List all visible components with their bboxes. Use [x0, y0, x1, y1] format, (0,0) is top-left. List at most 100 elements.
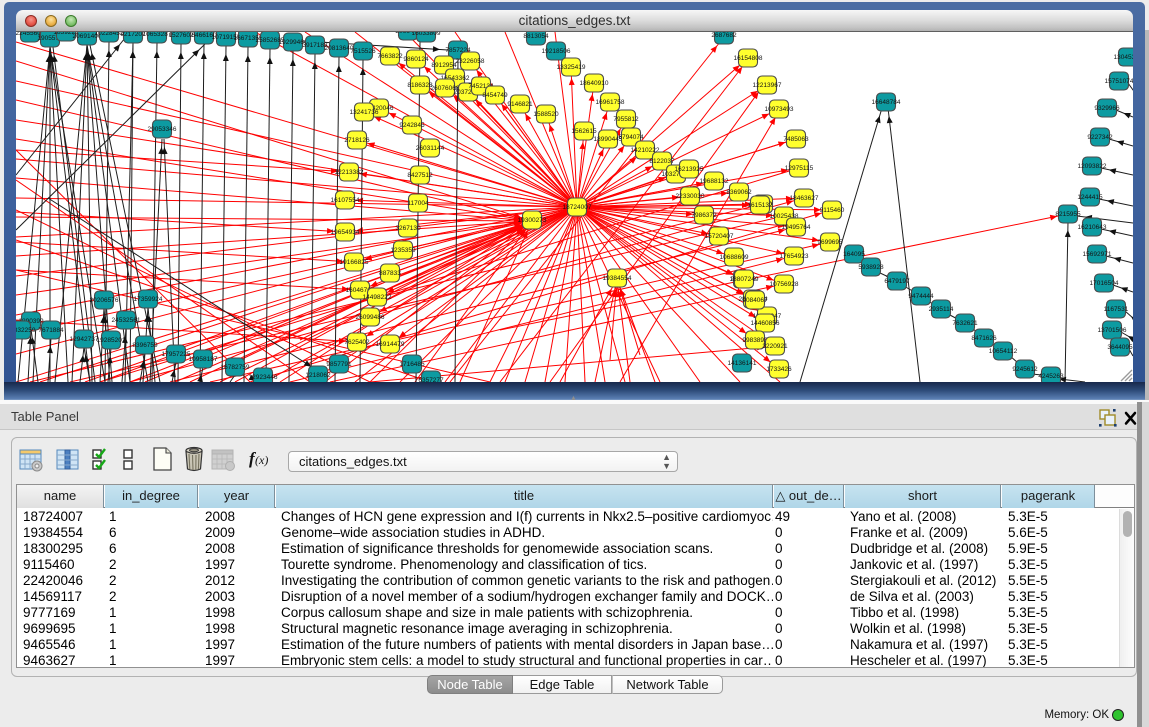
- svg-text:6794074: 6794074: [618, 134, 644, 141]
- svg-text:10688609: 10688609: [720, 254, 749, 261]
- svg-text:17016504: 17016504: [1090, 280, 1119, 287]
- svg-text:24532561: 24532561: [112, 317, 141, 324]
- svg-text:1167531: 1167531: [1104, 306, 1129, 313]
- svg-text:29053346: 29053346: [148, 126, 177, 133]
- svg-text:17957225: 17957225: [162, 351, 191, 358]
- svg-text:17359924: 17359924: [134, 296, 163, 303]
- svg-text:26099486: 26099486: [356, 314, 385, 321]
- svg-text:18807249: 18807249: [730, 276, 759, 283]
- svg-text:8454749: 8454749: [482, 92, 508, 99]
- svg-text:1716485: 1716485: [399, 361, 425, 368]
- svg-text:7485063: 7485063: [783, 136, 809, 143]
- svg-text:19832259: 19832259: [16, 327, 36, 334]
- svg-text:12213967: 12213967: [753, 82, 782, 89]
- svg-text:12093822: 12093822: [1078, 163, 1107, 170]
- svg-text:16213925: 16213925: [675, 166, 704, 173]
- svg-text:3220921: 3220921: [762, 343, 788, 350]
- svg-text:1527602: 1527602: [168, 32, 194, 39]
- svg-text:18640910: 18640910: [580, 80, 609, 87]
- svg-text:12975115: 12975115: [785, 165, 814, 172]
- svg-text:16033809: 16033809: [412, 32, 441, 37]
- svg-text:7625402: 7625402: [344, 339, 370, 346]
- svg-text:3644095: 3644095: [1107, 344, 1133, 351]
- svg-text:6479197: 6479197: [884, 278, 910, 285]
- svg-text:1562615: 1562615: [571, 128, 597, 135]
- svg-text:887833: 887833: [379, 270, 401, 277]
- svg-text:19654934: 19654934: [331, 229, 360, 236]
- svg-text:8369062: 8369062: [726, 189, 752, 196]
- svg-text:15720407: 15720407: [705, 233, 734, 240]
- svg-text:(x): (x): [255, 453, 268, 467]
- svg-text:19285201: 19285201: [97, 337, 126, 344]
- svg-text:9329966: 9329966: [1094, 105, 1120, 112]
- svg-text:13701506: 13701506: [1098, 327, 1127, 334]
- svg-text:14460856: 14460856: [751, 320, 780, 327]
- svg-text:19495764: 19495764: [782, 224, 811, 231]
- svg-text:19166825: 19166825: [340, 259, 369, 266]
- svg-text:15751074: 15751074: [1105, 78, 1133, 85]
- svg-text:7632621: 7632621: [952, 320, 978, 327]
- svg-text:5938928: 5938928: [858, 264, 884, 271]
- svg-text:23226058: 23226058: [456, 58, 485, 65]
- svg-text:19300273: 19300273: [518, 217, 547, 224]
- svg-text:12942737: 12942737: [70, 336, 99, 343]
- svg-text:9084067: 9084067: [742, 297, 768, 304]
- svg-text:9699695: 9699695: [817, 239, 843, 246]
- svg-text:1235359: 1235359: [390, 247, 416, 254]
- svg-text:9474444: 9474444: [908, 293, 934, 300]
- svg-text:1244415: 1244415: [1077, 194, 1103, 201]
- svg-text:13325419: 13325419: [557, 64, 586, 71]
- svg-text:13241736: 13241736: [350, 109, 379, 116]
- svg-text:9857791: 9857791: [326, 361, 352, 368]
- svg-text:8813054: 8813054: [523, 33, 549, 40]
- svg-text:16914479: 16914479: [376, 341, 405, 348]
- svg-text:164095: 164095: [843, 251, 865, 258]
- svg-text:19384554: 19384554: [603, 275, 632, 282]
- svg-text:3267130: 3267130: [395, 225, 421, 232]
- svg-text:9860124: 9860124: [403, 56, 429, 63]
- svg-text:20206576: 20206576: [90, 297, 119, 304]
- svg-text:1733426: 1733426: [766, 366, 792, 373]
- svg-text:8471626: 8471626: [971, 335, 997, 342]
- svg-text:1588520: 1588520: [533, 111, 559, 118]
- svg-text:4245263: 4245263: [1038, 373, 1064, 380]
- svg-text:16107554: 16107554: [331, 197, 360, 204]
- svg-text:22330030: 22330030: [676, 193, 705, 200]
- svg-text:8122037: 8122037: [649, 158, 675, 165]
- svg-text:26031144: 26031144: [416, 145, 445, 152]
- svg-text:16210643: 16210643: [1078, 224, 1107, 231]
- svg-text:7671884: 7671884: [38, 327, 64, 334]
- svg-text:18724007: 18724007: [563, 204, 592, 211]
- svg-text:7955812: 7955812: [613, 116, 639, 123]
- svg-text:16782759: 16782759: [221, 364, 250, 371]
- svg-text:8912954: 8912954: [431, 62, 457, 69]
- svg-text:19218506: 19218506: [542, 48, 571, 55]
- svg-text:9242845: 9242845: [399, 122, 425, 129]
- svg-text:19688132: 19688132: [700, 178, 729, 185]
- svg-text:15692971: 15692971: [1083, 251, 1112, 258]
- svg-text:12213382: 12213382: [335, 169, 364, 176]
- svg-text:16648784: 16648784: [872, 99, 901, 106]
- svg-text:10756928: 10756928: [770, 281, 799, 288]
- svg-text:7986372: 7986372: [691, 212, 717, 219]
- svg-text:10654112: 10654112: [989, 348, 1018, 355]
- svg-text:7663822: 7663822: [377, 53, 403, 60]
- svg-text:14136141: 14136141: [728, 360, 757, 367]
- svg-text:1218062: 1218062: [305, 372, 331, 379]
- svg-text:9227342: 9227342: [1087, 134, 1113, 141]
- svg-text:9115460: 9115460: [820, 207, 845, 214]
- svg-text:9146821: 9146821: [507, 101, 533, 108]
- svg-text:8396759: 8396759: [132, 342, 158, 349]
- svg-text:8215955: 8215955: [1055, 211, 1081, 218]
- svg-text:18463627: 18463627: [790, 195, 819, 202]
- svg-text:8186328: 8186328: [407, 82, 433, 89]
- svg-text:2935114: 2935114: [929, 306, 954, 313]
- svg-text:8427512: 8427512: [407, 172, 433, 179]
- svg-text:14498222: 14498222: [363, 294, 392, 301]
- svg-text:6357277: 6357277: [418, 377, 444, 382]
- svg-text:1615132: 1615132: [747, 202, 773, 209]
- svg-text:10973493: 10973493: [765, 106, 794, 113]
- svg-text:9245612: 9245612: [1012, 366, 1038, 373]
- svg-text:2718126: 2718126: [344, 137, 370, 144]
- svg-text:17654923: 17654923: [780, 253, 809, 260]
